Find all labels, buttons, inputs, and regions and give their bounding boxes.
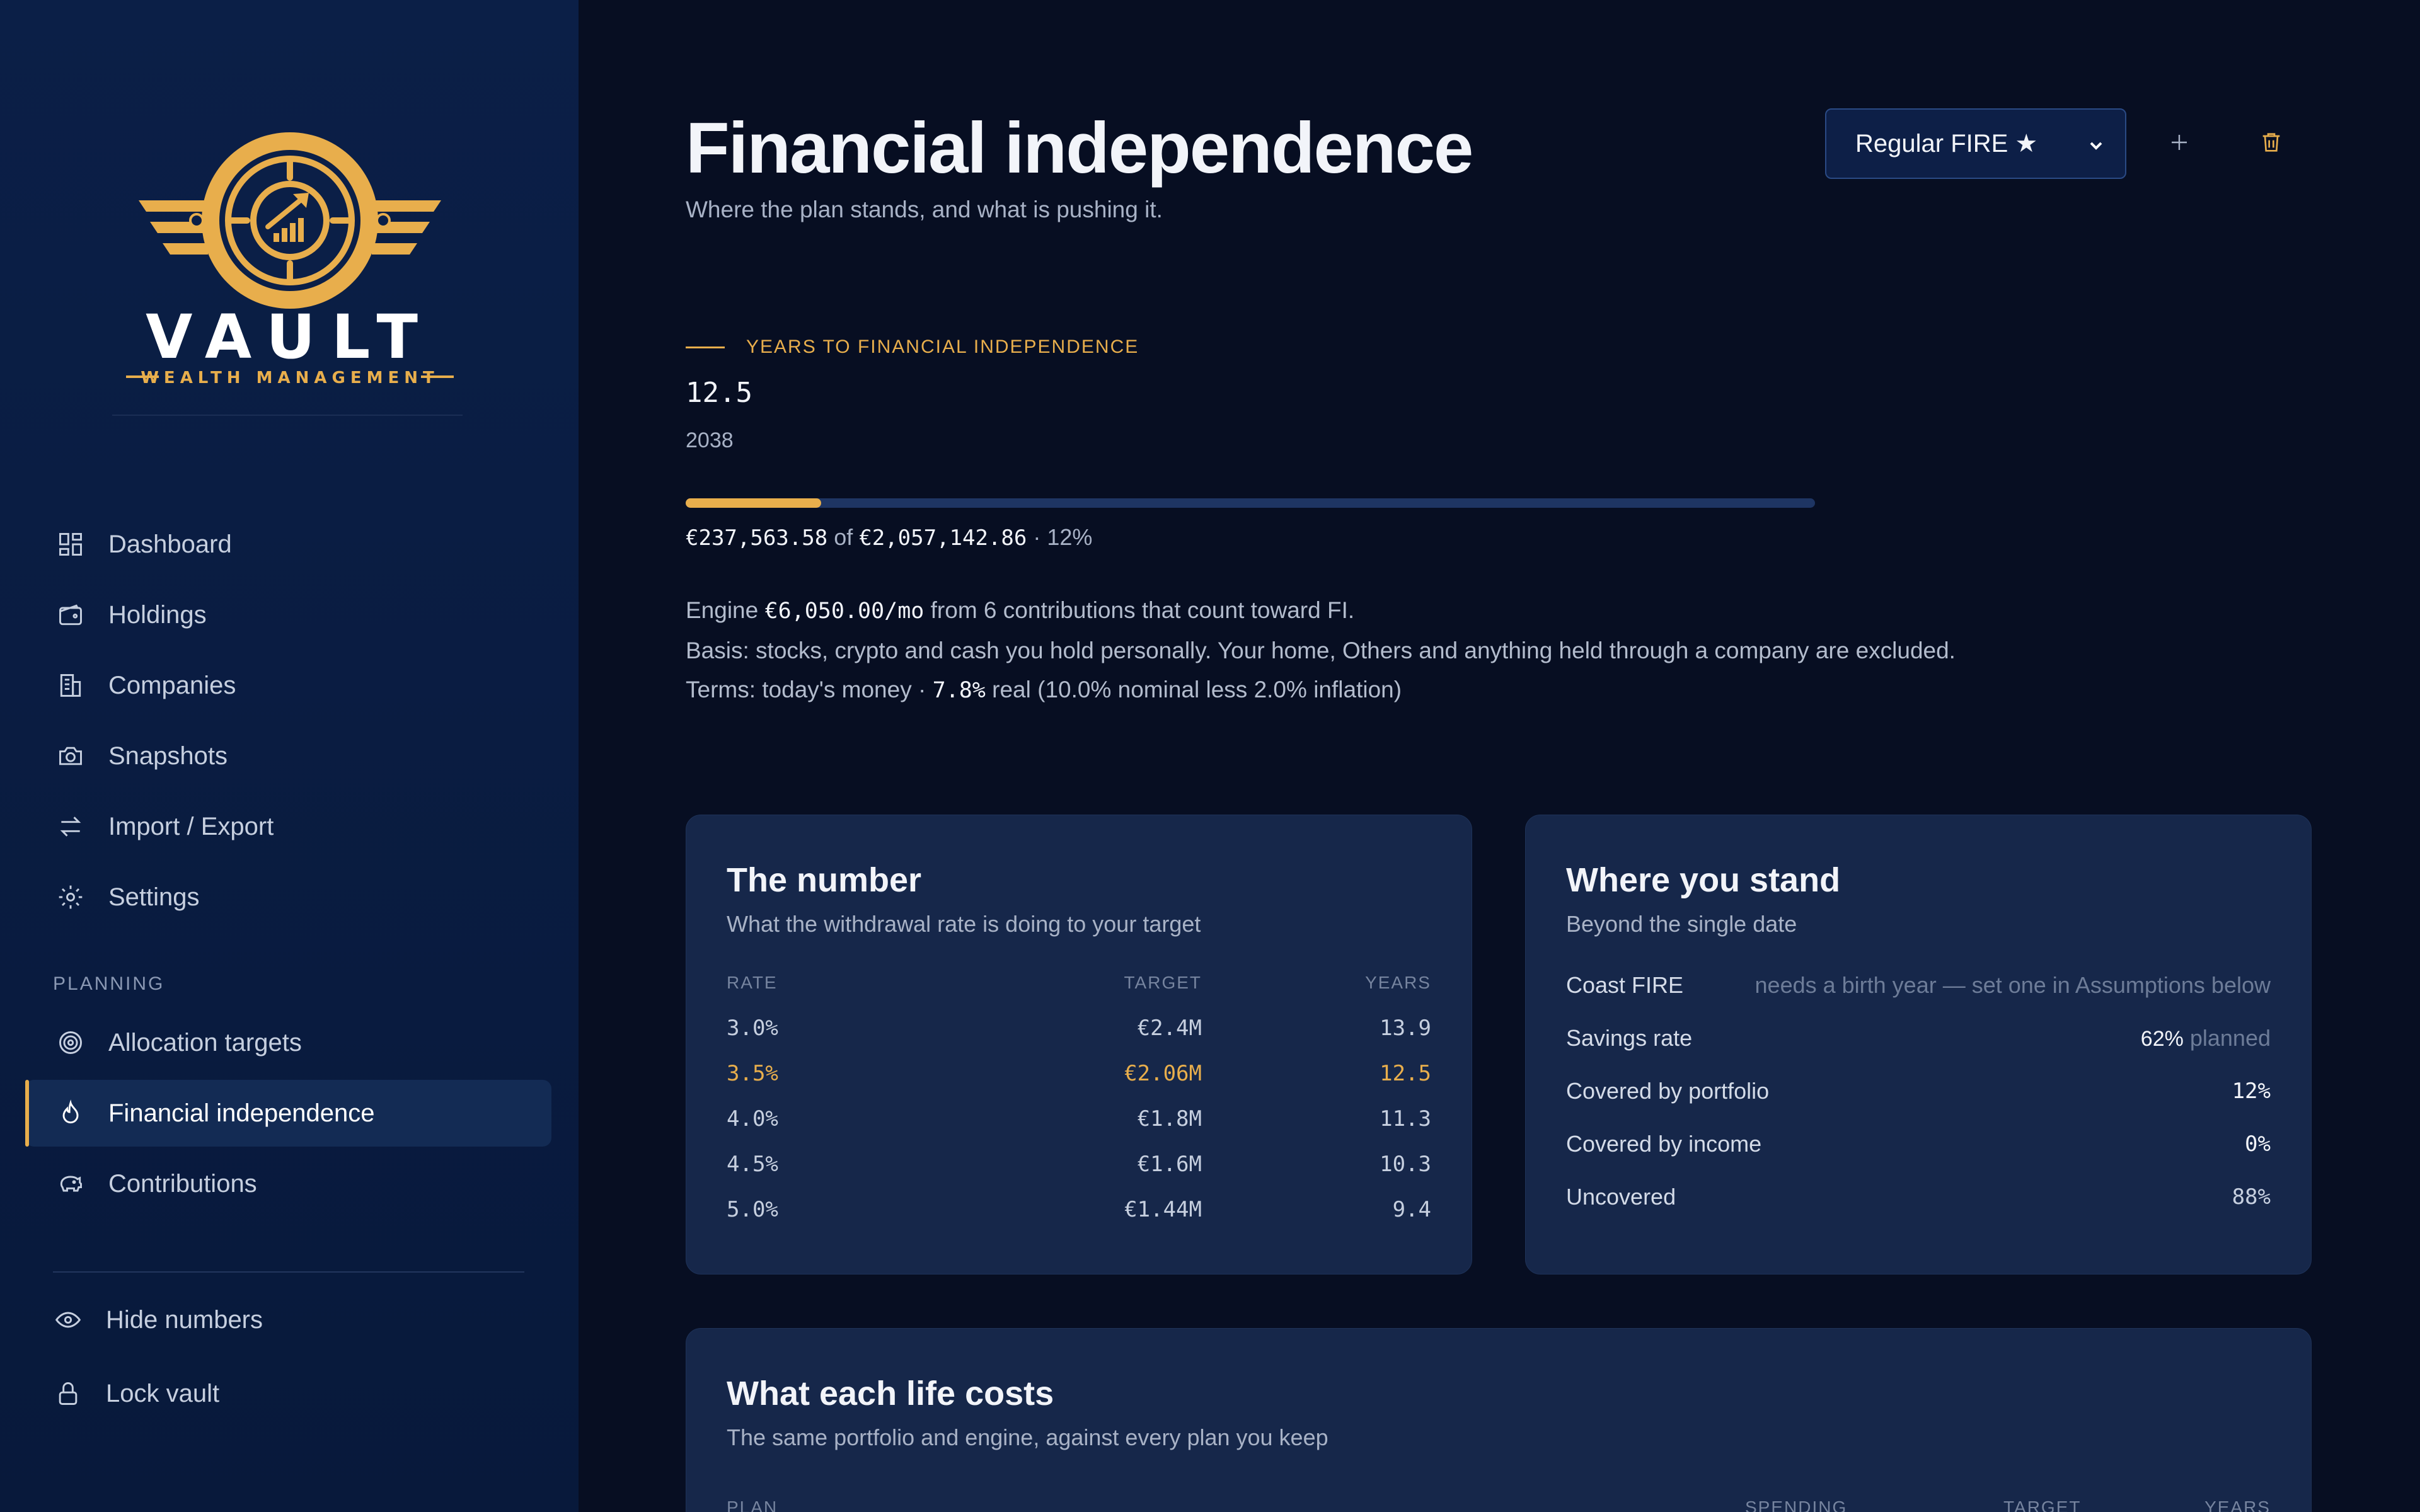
sidebar: VAULT WEALTH MANAGEMENT Dashboard Holdin… [0, 0, 579, 1512]
col-header-spending: SPENDING [1745, 1498, 1848, 1512]
nav-label: Import / Export [108, 812, 274, 840]
card-subtitle: Beyond the single date [1566, 911, 1797, 937]
vault-emblem-icon: VAULT WEALTH MANAGEMENT [126, 132, 454, 387]
nav-label: Companies [108, 671, 236, 699]
gear-icon [55, 882, 86, 912]
planning-section-label: PLANNING [53, 973, 165, 994]
fi-target-year: 2038 [686, 428, 734, 452]
vault-tagline: WEALTH MANAGEMENT [141, 369, 439, 387]
where-you-stand-card: Where you stand Beyond the single date C… [1525, 815, 2312, 1274]
eye-icon [53, 1305, 83, 1335]
camera-icon [55, 741, 86, 771]
wallet-icon [55, 600, 86, 630]
trash-icon [2259, 130, 2284, 158]
years-to-fi-value: 12.5 [686, 377, 752, 409]
nav-item-import-export[interactable]: Import / Export [25, 793, 551, 860]
nav-item-allocation-targets[interactable]: Allocation targets [25, 1009, 551, 1076]
nav-item-contributions[interactable]: Contributions [25, 1150, 551, 1217]
nav-item-settings[interactable]: Settings [25, 864, 551, 931]
col-header-plan: PLAN [727, 1498, 778, 1512]
card-subtitle: The same portfolio and engine, against e… [727, 1424, 1328, 1450]
nav-label: Holdings [108, 600, 207, 629]
coast-fire-note: needs a birth year — set one in Assumpti… [1754, 972, 2271, 998]
col-header-target: TARGET [1124, 973, 1202, 992]
plan-select-value: Regular FIRE ★ [1855, 130, 2038, 158]
nav-item-snapshots[interactable]: Snapshots [25, 723, 551, 789]
nav-item-financial-independence[interactable]: Financial independence [25, 1080, 551, 1147]
summary-kicker: YEARS TO FINANCIAL INDEPENDENCE [686, 336, 1139, 358]
plus-icon [2168, 131, 2191, 157]
nav-item-companies[interactable]: Companies [25, 652, 551, 719]
delete-plan-button[interactable] [2246, 118, 2296, 169]
engine-line: Engine €6,050.00/mo from 6 contributions… [686, 597, 1355, 624]
kicker-text: YEARS TO FINANCIAL INDEPENDENCE [746, 336, 1139, 357]
lock-icon [53, 1378, 83, 1409]
card-title: Where you stand [1566, 861, 1841, 899]
fi-progress-bar [686, 498, 1815, 508]
coast-fire-row: Coast FIRE needs a birth year — set one … [1566, 972, 2271, 998]
plan-select[interactable]: Regular FIRE ★ [1825, 108, 2126, 179]
vault-wordmark: VAULT [146, 302, 434, 372]
card-title: What each life costs [727, 1375, 1054, 1412]
portfolio-target: €2,057,142.86 [859, 525, 1027, 551]
terms-line: Terms: today's money · 7.8% real (10.0% … [686, 677, 1402, 703]
arrows-swap-icon [55, 811, 86, 842]
card-title: The number [727, 861, 922, 899]
nav-label: Snapshots [108, 742, 228, 770]
nav-label: Hide numbers [106, 1305, 263, 1334]
engine-amount: €6,050.00/mo [764, 598, 925, 624]
page-subtitle: Where the plan stands, and what is pushi… [686, 197, 1163, 222]
nav-label: Lock vault [106, 1379, 220, 1407]
portfolio-percent: · 12% [1033, 524, 1093, 550]
flame-icon [55, 1098, 86, 1128]
portfolio-current: €237,563.58 [686, 525, 828, 551]
basis-line: Basis: stocks, crypto and cash you hold … [686, 638, 1956, 663]
fi-progress-fill [686, 498, 822, 508]
nav-label: Settings [108, 883, 200, 911]
logo-divider [112, 415, 463, 416]
card-subtitle: What the withdrawal rate is doing to you… [727, 911, 1201, 937]
add-plan-button[interactable] [2154, 118, 2204, 169]
piggy-bank-icon [55, 1169, 86, 1199]
covered-by-income-row: Covered by income 0% [1566, 1131, 2271, 1157]
the-number-card: The number What the withdrawal rate is d… [686, 815, 1472, 1274]
nav-label: Contributions [108, 1169, 257, 1198]
chevron-down-icon [2086, 134, 2106, 162]
building-icon [55, 670, 86, 701]
savings-rate-row: Savings rate 62% planned [1566, 1025, 2271, 1051]
nav-label: Dashboard [108, 530, 232, 558]
nav-item-holdings[interactable]: Holdings [25, 581, 551, 648]
uncovered-row: Uncovered 88% [1566, 1184, 2271, 1210]
col-header-target: TARGET [2003, 1498, 2082, 1512]
lock-vault-button[interactable]: Lock vault [25, 1360, 551, 1427]
savings-rate-value: 62% [2140, 1027, 2184, 1051]
col-header-years: YEARS [1365, 973, 1431, 992]
page-title: Financial independence [686, 108, 1473, 188]
col-header-rate: RATE [727, 973, 778, 992]
col-header-years: YEARS [2204, 1498, 2271, 1512]
nav-label: Allocation targets [108, 1028, 302, 1057]
covered-by-portfolio-row: Covered by portfolio 12% [1566, 1078, 2271, 1104]
real-rate: 7.8% [932, 678, 986, 703]
nav-item-dashboard[interactable]: Dashboard [25, 511, 551, 578]
vault-logo: VAULT WEALTH MANAGEMENT [113, 120, 466, 416]
life-costs-card: What each life costs The same portfolio … [686, 1328, 2312, 1512]
sidebar-divider [53, 1271, 524, 1273]
target-icon [55, 1028, 86, 1058]
fi-progress-text: €237,563.58 of €2,057,142.86 · 12% [686, 524, 1093, 551]
hide-numbers-button[interactable]: Hide numbers [25, 1286, 551, 1353]
dashboard-icon [55, 529, 86, 559]
nav-label: Financial independence [108, 1099, 375, 1127]
